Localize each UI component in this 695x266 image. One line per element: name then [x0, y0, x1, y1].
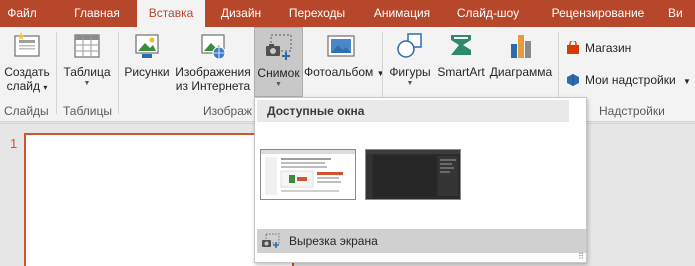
- chevron-down-icon: ▼: [83, 80, 91, 87]
- online-pictures-label-1: Изображения: [175, 65, 251, 79]
- window-preview-image: [261, 150, 355, 195]
- new-slide-label-2: слайд: [6, 79, 41, 93]
- chevron-down-icon: ▼: [406, 80, 414, 87]
- shapes-label: Фигуры: [389, 65, 431, 79]
- screenshot-icon: [265, 34, 292, 60]
- new-slide-icon: [14, 32, 40, 57]
- chart-label: Диаграмма: [489, 65, 553, 79]
- smartart-label: SmartArt: [437, 65, 485, 79]
- tab-design[interactable]: Дизайн: [210, 0, 272, 27]
- available-windows-header: Доступные окна: [257, 100, 569, 122]
- photo-album-label: Фотоальбом: [304, 65, 374, 79]
- ribbon-tab-bar: Файл Главная Вставка Дизайн Переходы Ани…: [0, 0, 695, 27]
- picture-icon: [135, 34, 159, 58]
- group-label-tables: Таблицы: [63, 104, 113, 118]
- store-icon: [567, 41, 579, 54]
- smartart-icon: [451, 35, 471, 55]
- addins-icon: [567, 74, 579, 86]
- group-separator: [118, 32, 119, 114]
- online-pictures-button[interactable]: Изображения из Интернета: [173, 30, 253, 93]
- screenshot-label: Снимок: [257, 66, 300, 80]
- tab-view[interactable]: Ви: [668, 0, 695, 27]
- chevron-down-icon: ▼: [275, 81, 282, 88]
- screen-clipping-item[interactable]: Вырезка экрана: [257, 229, 586, 253]
- table-icon: [74, 34, 100, 58]
- window-preview-image: [366, 150, 460, 199]
- table-button[interactable]: Таблица ▼: [60, 30, 114, 89]
- screen-clipping-label: Вырезка экрана: [289, 234, 378, 248]
- shapes-button[interactable]: Фигуры ▼: [386, 30, 434, 89]
- tab-review[interactable]: Рецензирование: [540, 0, 656, 27]
- group-label-images: Изображ: [203, 104, 252, 118]
- screen-clipping-icon: [262, 233, 280, 248]
- group-label-addins: Надстройки: [599, 104, 665, 118]
- pictures-button[interactable]: Рисунки: [122, 30, 172, 79]
- photo-album-button[interactable]: Фотоальбом ▼: [304, 30, 385, 81]
- photo-album-icon: [327, 35, 355, 57]
- smartart-button[interactable]: SmartArt: [436, 30, 486, 79]
- chevron-down-icon: ▾: [43, 83, 48, 92]
- group-label-slides: Слайды: [4, 104, 49, 118]
- online-picture-icon: [201, 34, 226, 60]
- window-thumbnail[interactable]: [365, 149, 461, 200]
- tab-slideshow[interactable]: Слайд-шоу: [447, 0, 529, 27]
- table-label: Таблица: [63, 65, 111, 79]
- store-button[interactable]: Магазин: [566, 38, 631, 58]
- window-thumbnail[interactable]: [260, 149, 356, 200]
- store-label: Магазин: [585, 41, 632, 55]
- tab-animations[interactable]: Анимация: [364, 0, 440, 27]
- screenshot-dropdown: Доступные окна Вырезка экрана ⠿: [254, 97, 587, 263]
- resize-grip-icon[interactable]: ⠿: [578, 253, 584, 261]
- new-slide-label-1: Создать: [4, 65, 50, 79]
- slide-number: 1: [10, 136, 18, 151]
- group-separator: [56, 32, 57, 114]
- new-slide-button[interactable]: Создать слайд ▾: [3, 30, 51, 95]
- tab-home[interactable]: Главная: [64, 0, 130, 27]
- shapes-icon: [397, 33, 422, 58]
- chevron-down-icon: ▼: [683, 77, 691, 86]
- online-pictures-label-2: из Интернета: [175, 79, 251, 93]
- tab-insert[interactable]: Вставка: [137, 0, 205, 27]
- chevron-down-icon: ▼: [376, 69, 385, 78]
- my-addins-label: Мои надстройки: [585, 73, 676, 87]
- screenshot-button[interactable]: Снимок ▼: [254, 27, 303, 97]
- tab-file[interactable]: Файл: [0, 0, 44, 27]
- my-addins-button[interactable]: Мои надстройки ▼: [566, 70, 691, 90]
- pictures-label: Рисунки: [124, 65, 170, 79]
- chart-button[interactable]: Диаграмма: [488, 30, 554, 79]
- tab-transitions[interactable]: Переходы: [279, 0, 355, 27]
- chart-icon: [511, 35, 531, 58]
